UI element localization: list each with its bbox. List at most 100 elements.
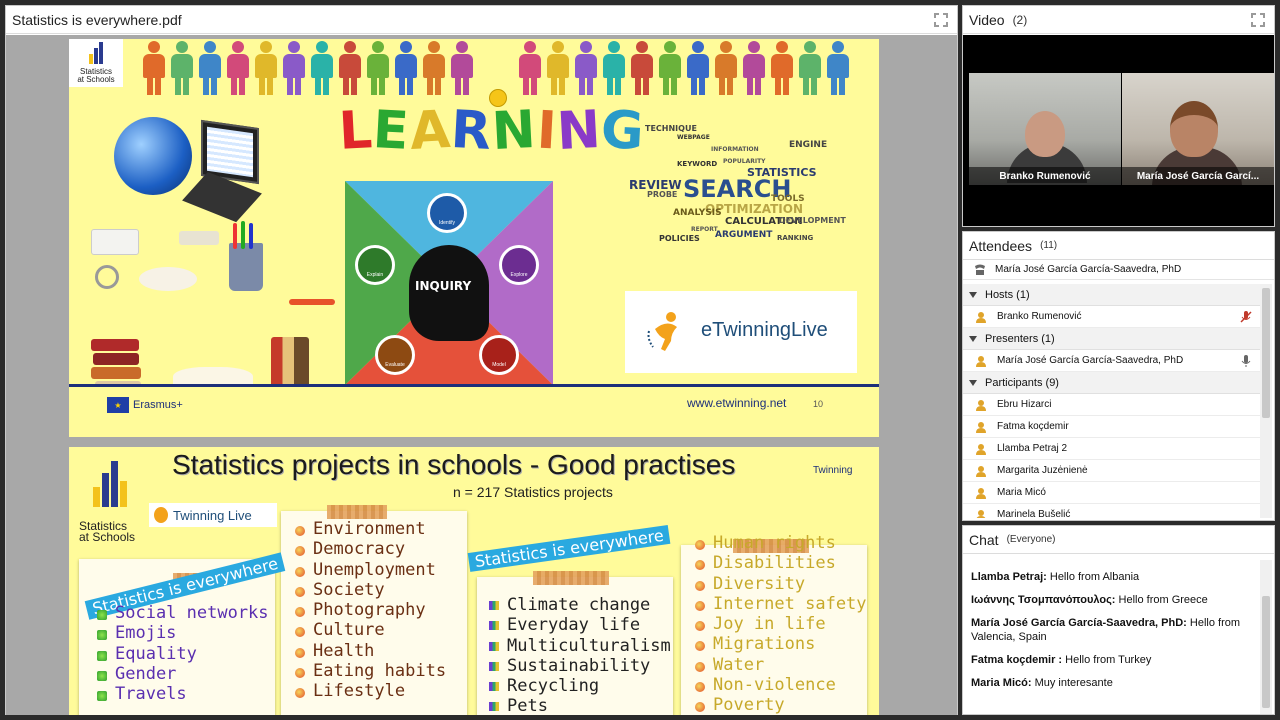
slide-title: Statistics projects in schools - Good pr… xyxy=(172,449,736,480)
search-word-cloud: TECHNIQUE WEBPAGE KEYWORD STATISTICS ENG… xyxy=(629,124,846,243)
chat-text: Hello from Greece xyxy=(1115,594,1208,606)
attendee-name: Llamba Petraj 2 xyxy=(997,443,1068,454)
globe-icon xyxy=(114,117,192,195)
attendee-row[interactable]: Branko Rumenović xyxy=(963,306,1261,328)
attendee-row[interactable]: Fatma koçdemir xyxy=(963,416,1261,438)
person-figure xyxy=(657,39,683,97)
person-figure xyxy=(225,39,251,97)
tape-decoration xyxy=(533,571,609,585)
attendee-group-header[interactable]: Hosts (1) xyxy=(963,284,1261,306)
attendees-scrollbar[interactable] xyxy=(1260,284,1272,518)
video-tile[interactable]: María José García Garcí... xyxy=(1122,73,1274,185)
page-number: 10 xyxy=(813,399,824,409)
group-label: Hosts (1) xyxy=(985,288,1030,301)
chat-text: Hello from Turkey xyxy=(1062,654,1152,666)
etwinning-url: www.etwinning.net xyxy=(687,396,787,410)
person-figure xyxy=(197,39,223,97)
person-figure xyxy=(629,39,655,97)
fullscreen-icon[interactable] xyxy=(1250,12,1266,28)
attendees-pod-header: Attendees (11) xyxy=(963,232,1274,260)
person-figure xyxy=(449,39,475,97)
current-user-name: María José García García-Saavedra, PhD xyxy=(995,264,1182,275)
video-pod-header: Video (2) xyxy=(963,6,1274,34)
share-pod: Statistics is everywhere.pdf Statistics … xyxy=(5,5,958,715)
person-figure xyxy=(713,39,739,97)
topic-item: Multiculturalism xyxy=(489,636,671,656)
share-pod-header: Statistics is everywhere.pdf xyxy=(6,6,957,34)
chat-message: Maria Micó: Muy interesante xyxy=(971,676,1251,690)
current-user-status[interactable]: María José García García-Saavedra, PhD xyxy=(963,260,1274,280)
topic-item: Non-violence xyxy=(695,675,867,695)
attendee-row[interactable]: Margarita Juzėnienė xyxy=(963,460,1261,482)
topic-item: Unemployment xyxy=(295,560,446,580)
topic-item: Recycling xyxy=(489,676,671,696)
statistics-at-schools-logo: Statistics at Schools xyxy=(75,457,145,543)
explain-icon: Explain xyxy=(355,245,395,285)
attendee-row[interactable]: Ebru Hizarci xyxy=(963,394,1261,416)
chat-sender: Maria Micó: xyxy=(971,677,1032,689)
user-icon xyxy=(975,421,987,433)
adobe-connect-room: Statistics is everywhere.pdf Statistics … xyxy=(0,0,1280,720)
chat-sender: María José García García-Saavedra, PhD: xyxy=(971,617,1187,629)
group-label: Presenters (1) xyxy=(985,332,1055,345)
person-figure xyxy=(601,39,627,97)
user-icon xyxy=(975,399,987,411)
chat-scope[interactable]: (Everyone) xyxy=(1007,534,1056,545)
person-figure xyxy=(141,39,167,97)
user-icon xyxy=(975,487,987,499)
topic-item: Equality xyxy=(97,644,269,664)
attendee-group-header[interactable]: Participants (9) xyxy=(963,372,1261,394)
topic-item: Social networks xyxy=(97,603,269,623)
person-figure xyxy=(393,39,419,97)
topic-item: Democracy xyxy=(295,539,446,559)
chat-message: María José García García-Saavedra, PhD: … xyxy=(971,616,1251,644)
attendee-group-header[interactable]: Presenters (1) xyxy=(963,328,1261,350)
person-figure xyxy=(825,39,851,97)
pdf-document-viewer[interactable]: Statistics at Schools LEARNING INQUIRY I… xyxy=(6,35,957,715)
chat-scrollbar[interactable] xyxy=(1260,560,1272,714)
person-figure xyxy=(253,39,279,97)
topic-item: Joy in life xyxy=(695,614,867,634)
attendee-name: Maria Micó xyxy=(997,487,1046,498)
person-figure xyxy=(421,39,447,97)
person-figure xyxy=(169,39,195,97)
phone-icon xyxy=(975,264,985,275)
identify-icon: Identify xyxy=(427,193,467,233)
twinning-logo: Twinning xyxy=(813,465,853,476)
etwinning-live-logo: Twinning Live xyxy=(149,503,277,527)
chat-sender: Ιωάννης Τσομπανόπουλος: xyxy=(971,594,1116,606)
person-figure xyxy=(309,39,335,97)
pdf-page-10: Statistics at Schools LEARNING INQUIRY I… xyxy=(69,39,879,437)
video-pod-title: Video xyxy=(969,11,1005,28)
person-figure xyxy=(573,39,599,97)
attendee-name: Ebru Hizarci xyxy=(997,399,1052,410)
attendee-row[interactable]: Llamba Petraj 2 xyxy=(963,438,1261,460)
person-figure xyxy=(741,39,767,97)
learning-letter: N xyxy=(555,99,603,163)
attendees-count: (11) xyxy=(1040,240,1058,251)
person-figure xyxy=(337,39,363,97)
chat-message: Llamba Petraj: Hello from Albania xyxy=(971,570,1251,584)
topic-item: Environment xyxy=(295,519,446,539)
topic-list-4: Human rights Disabilities Diversity Interne… xyxy=(695,533,867,715)
tape-decoration xyxy=(327,505,387,519)
attendee-row[interactable]: María José García García-Saavedra, PhD xyxy=(963,350,1261,372)
fullscreen-icon[interactable] xyxy=(933,12,949,28)
attendee-row[interactable]: Maria Micó xyxy=(963,482,1261,504)
topic-item: Disabilities xyxy=(695,553,867,573)
topic-item: Lifestyle xyxy=(295,681,446,701)
chat-text: Hello from Albania xyxy=(1046,571,1140,583)
attendee-row[interactable]: Marinela Bušelić xyxy=(963,504,1261,518)
topic-item: Poverty xyxy=(695,695,867,715)
inquiry-cycle-diagram: INQUIRY Identify Explore Model Evaluate … xyxy=(345,181,553,385)
person-figure xyxy=(545,39,571,97)
chat-pod-header: Chat (Everyone) xyxy=(963,526,1274,554)
statistics-at-schools-logo: Statistics at Schools xyxy=(69,39,123,87)
person-figure xyxy=(517,39,543,97)
user-icon xyxy=(975,509,987,518)
learning-letter: L xyxy=(337,100,375,162)
collapse-triangle-icon xyxy=(969,379,977,386)
collapse-triangle-icon xyxy=(969,335,977,342)
video-tile[interactable]: Branko Rumenović xyxy=(969,73,1121,185)
person-figure xyxy=(685,39,711,97)
